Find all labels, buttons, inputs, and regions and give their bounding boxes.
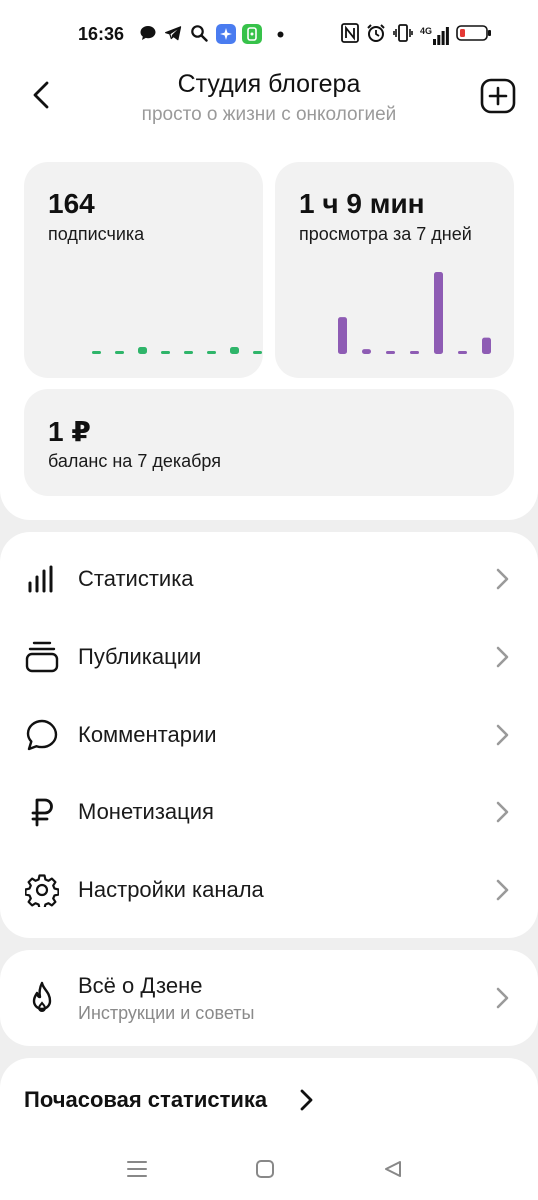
- subscribers-bar: [115, 351, 124, 354]
- signal-4g-icon: 4G: [419, 25, 449, 45]
- chevron-right-icon: [496, 879, 509, 901]
- page-subtitle: просто о жизни с онкологией: [141, 104, 397, 125]
- subscribers-bar: [92, 351, 101, 354]
- views-bar: [434, 272, 443, 354]
- about-zen-subtitle: Инструкции и советы: [78, 1003, 255, 1023]
- add-publication-button[interactable]: [480, 78, 516, 114]
- dot-icon: [277, 31, 284, 38]
- about-zen-item[interactable]: Всё о Дзене Инструкции и советы: [0, 950, 538, 1046]
- back-triangle-icon[interactable]: [378, 1154, 408, 1184]
- menu-icon[interactable]: [122, 1154, 152, 1184]
- menu-item-statistics[interactable]: Статистика: [0, 544, 538, 614]
- bar-chart-icon: [24, 561, 60, 597]
- views-bar: [362, 349, 371, 354]
- subscribers-card[interactable]: 164 подписчика: [24, 162, 263, 378]
- menu-item-channel-settings[interactable]: Настройки канала: [0, 855, 538, 925]
- search-icon: [190, 24, 208, 42]
- subscribers-mini-chart: [92, 347, 262, 354]
- menu-item-label: Статистика: [78, 566, 194, 591]
- telegram-icon: [164, 24, 182, 42]
- status-bar: 16:36 4G: [0, 0, 538, 64]
- menu-item-monetization[interactable]: Монетизация: [0, 777, 538, 847]
- status-right-icons: 4G: [341, 23, 492, 48]
- green-app-icon: [242, 24, 262, 44]
- balance-label: баланс на 7 декабря: [48, 451, 221, 471]
- page-title: Студия блогера: [177, 70, 361, 98]
- ruble-icon: [24, 794, 60, 830]
- views-bar: [386, 351, 395, 354]
- home-square-icon[interactable]: [250, 1154, 280, 1184]
- chat-bubble-icon: [139, 24, 157, 42]
- views-card[interactable]: 1 ч 9 мин просмотра за 7 дней: [275, 162, 514, 378]
- menu-item-label: Настройки канала: [78, 877, 264, 902]
- subscribers-bar: [184, 351, 193, 354]
- menu-item-label: Комментарии: [78, 722, 217, 747]
- subscribers-bar: [253, 351, 262, 354]
- system-nav-bar: [0, 1140, 538, 1200]
- plus-square-icon: [480, 78, 516, 114]
- chevron-right-icon[interactable]: [296, 1088, 316, 1112]
- status-time: 16:36: [78, 24, 125, 44]
- subscribers-bar: [138, 347, 147, 354]
- subscribers-bar: [161, 351, 170, 354]
- vibrate-icon: [393, 23, 413, 48]
- views-bar: [338, 317, 347, 354]
- flame-icon: [24, 980, 60, 1016]
- balance-value: 1 ₽: [48, 416, 91, 447]
- chevron-right-icon: [496, 724, 509, 746]
- subscribers-bar: [230, 347, 239, 354]
- chevron-right-icon: [496, 801, 509, 823]
- stack-icon: [24, 639, 60, 675]
- alarm-icon: [366, 23, 386, 48]
- menu-item-publications[interactable]: Публикации: [0, 622, 538, 692]
- views-mini-chart: [338, 272, 491, 354]
- menu-list: Статистика Публикации Комментарии Монети…: [0, 532, 538, 938]
- chevron-right-icon: [496, 568, 509, 590]
- gear-icon: [24, 872, 60, 908]
- chevron-right-icon: [496, 646, 509, 668]
- sparkle-app-icon: [216, 24, 236, 44]
- comment-icon: [24, 717, 60, 753]
- views-bar: [458, 351, 467, 354]
- balance-card[interactable]: 1 ₽ баланс на 7 декабря: [24, 389, 514, 496]
- nfc-icon: [341, 23, 359, 48]
- network-label: 4G: [419, 25, 432, 36]
- chevron-right-icon: [496, 987, 509, 1009]
- views-bar: [410, 351, 419, 354]
- menu-item-label: Монетизация: [78, 799, 214, 824]
- about-zen-title: Всё о Дзене: [78, 973, 203, 998]
- views-bar: [482, 337, 491, 354]
- menu-item-label: Публикации: [78, 644, 202, 669]
- battery-low-icon: [456, 24, 492, 47]
- studio-header-card: Студия блогера просто о жизни с онкологи…: [0, 64, 538, 520]
- menu-item-comments[interactable]: Комментарии: [0, 700, 538, 770]
- hourly-stats-title[interactable]: Почасовая статистика: [24, 1087, 267, 1113]
- subscribers-bar: [207, 351, 216, 354]
